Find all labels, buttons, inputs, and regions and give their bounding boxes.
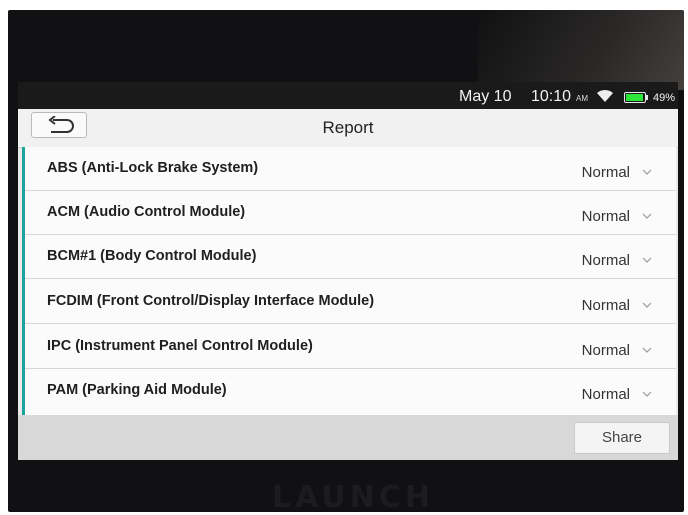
status-time: 10:10 [531,88,572,105]
chevron-down-icon[interactable] [642,347,652,354]
screen: May 10 10:10 AM 49% Report ABS (Anti-Loc… [18,82,678,460]
module-row[interactable]: IPC (Instrument Panel Control Module) No… [25,325,676,369]
module-row[interactable]: ACM (Audio Control Module) Normal [25,191,676,235]
module-name: PAM (Parking Aid Module) [47,382,227,398]
wifi-icon [597,89,613,102]
battery-icon [624,92,646,103]
chevron-down-icon[interactable] [642,302,652,309]
module-name: ABS (Anti-Lock Brake System) [47,160,259,176]
module-name: ACM (Audio Control Module) [47,204,246,220]
chevron-down-icon[interactable] [642,257,652,264]
status-ampm: AM [576,94,588,103]
chevron-down-icon[interactable] [642,391,652,398]
module-status: Normal [581,297,630,314]
chevron-down-icon[interactable] [642,213,652,220]
module-row[interactable]: BCM#1 (Body Control Module) Normal [25,235,676,279]
module-row[interactable]: ABS (Anti-Lock Brake System) Normal [25,147,676,191]
battery-tip [646,95,648,100]
module-row[interactable]: PAM (Parking Aid Module) Normal [25,369,676,413]
share-button[interactable]: Share [574,422,670,454]
page-title: Report [322,118,374,137]
device-frame: May 10 10:10 AM 49% Report ABS (Anti-Loc… [8,10,684,515]
status-bar: May 10 10:10 AM 49% [18,82,678,110]
chevron-down-icon[interactable] [642,169,652,176]
module-name: FCDIM (Front Control/Display Interface M… [47,293,375,309]
module-name: IPC (Instrument Panel Control Module) [47,338,313,354]
report-app: Report ABS (Anti-Lock Brake System) Norm… [18,109,678,460]
status-date: May 10 [459,88,512,105]
module-status: Normal [581,252,630,269]
bottom-bar: Share [18,415,678,460]
module-status: Normal [581,208,630,225]
battery-fill [626,94,643,101]
battery-percent: 49% [653,92,676,104]
brand-logo: LAUNCH [271,480,434,515]
glare [478,10,684,90]
module-list: ABS (Anti-Lock Brake System) Normal ACM … [22,147,676,415]
module-status: Normal [581,342,630,359]
module-status: Normal [581,164,630,181]
module-name: BCM#1 (Body Control Module) [47,248,257,264]
module-status: Normal [581,386,630,403]
module-row[interactable]: FCDIM (Front Control/Display Interface M… [25,280,676,324]
title-bar: Report [18,109,678,148]
